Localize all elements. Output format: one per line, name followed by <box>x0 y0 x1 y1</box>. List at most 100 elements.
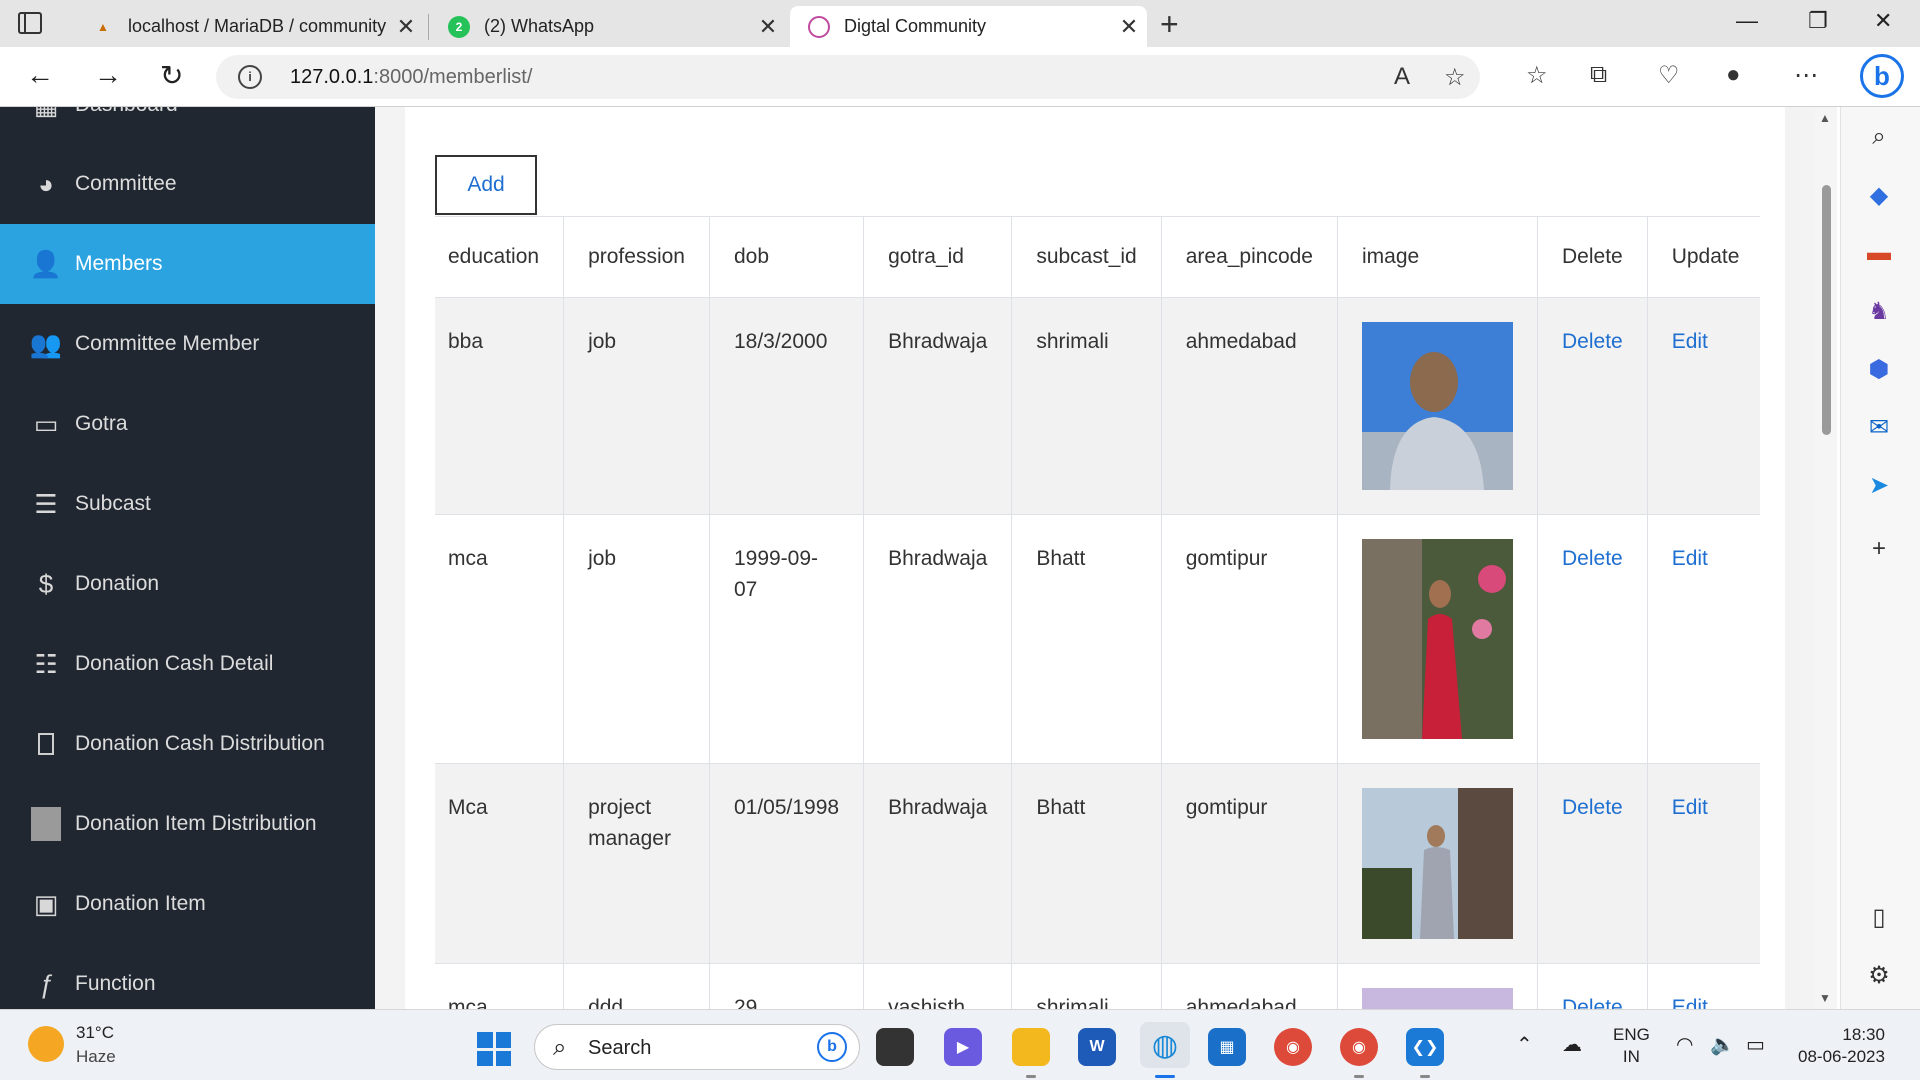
restore-icon[interactable]: ❐ <box>1808 8 1828 34</box>
forward-icon[interactable]: → <box>94 59 122 91</box>
cell-delete: Delete <box>1537 763 1648 964</box>
column-header[interactable]: image <box>1337 216 1538 298</box>
refresh-icon[interactable]: ↻ <box>160 59 183 92</box>
favorites-icon[interactable]: ☆ <box>1526 61 1548 90</box>
volume-icon[interactable]: 🔈 <box>1710 1032 1735 1057</box>
edge-sidebar: ⌕ ◆ ▬ ♞ ⬢ ✉ ➤ + ▯ ⚙ <box>1840 107 1920 1009</box>
sidebar-item-donation-cash-distribution[interactable]: Donation Cash Distribution <box>0 704 375 784</box>
microsoft-store-icon[interactable]: ▦ <box>1208 1028 1246 1066</box>
sidebar-item-function[interactable]: ƒ Function <box>0 944 375 1009</box>
close-icon[interactable]: ✕ <box>388 14 424 40</box>
drop-icon[interactable]: ➤ <box>1861 467 1897 503</box>
chrome-icon[interactable]: ◉ <box>1274 1028 1312 1066</box>
browser-essentials-icon[interactable]: ♡ <box>1658 61 1680 90</box>
sidebar-item-subcast[interactable]: ☰ Subcast <box>0 464 375 544</box>
more-menu-icon[interactable]: ⋯ <box>1794 61 1818 90</box>
add-favorite-icon[interactable]: ☆ <box>1444 63 1466 92</box>
close-icon[interactable]: ✕ <box>750 14 786 40</box>
sidebar-item-committee[interactable]: ◕ Committee <box>0 144 375 224</box>
weather-condition[interactable]: Haze <box>76 1047 116 1067</box>
add-tool-icon[interactable]: + <box>1861 531 1897 567</box>
sidebar-item-donation[interactable]: $ Donation <box>0 544 375 624</box>
sidebar-item-donation-item-distribution[interactable]: Donation Item Distribution <box>0 784 375 864</box>
search-icon[interactable]: ⌕ <box>1861 119 1897 155</box>
add-member-button[interactable]: Add <box>435 155 537 215</box>
scroll-down-icon[interactable]: ▼ <box>1819 991 1831 1005</box>
close-icon[interactable]: ✕ <box>1111 14 1147 40</box>
language-indicator[interactable]: ENG IN <box>1613 1024 1650 1068</box>
info-icon[interactable]: i <box>238 65 262 89</box>
windows-start-icon[interactable] <box>477 1032 511 1066</box>
teams-chat-icon[interactable]: ▶ <box>944 1028 982 1066</box>
sidebar-item-donation-item[interactable]: ▣ Donation Item <box>0 864 375 944</box>
column-header[interactable]: dob <box>708 216 865 298</box>
delete-link[interactable]: Delete <box>1562 796 1623 819</box>
column-header[interactable]: profession <box>563 216 710 298</box>
word-icon[interactable]: W <box>1078 1028 1116 1066</box>
wifi-icon[interactable]: ◠ <box>1676 1032 1693 1057</box>
collections-icon[interactable]: ⧉ <box>1590 61 1607 89</box>
system-clock[interactable]: 18:30 08-06-2023 <box>1798 1024 1885 1068</box>
new-tab-icon[interactable]: + <box>1160 6 1179 43</box>
column-header[interactable]: subcast_id <box>1011 216 1162 298</box>
edit-link[interactable]: Edit <box>1672 330 1708 353</box>
edge-browser-icon[interactable]: ◍ <box>1140 1022 1190 1068</box>
taskbar-search[interactable]: ⌕ Search b <box>534 1024 860 1070</box>
table-row: Mca project manager 01/05/1998 Bhradwaja… <box>435 763 1760 964</box>
column-header[interactable]: area_pincode <box>1160 216 1339 298</box>
cell-update: Edit <box>1646 963 1760 1009</box>
column-header[interactable]: education <box>435 216 565 298</box>
member-table-scroll[interactable]: education profession dob gotra_id subcas… <box>435 216 1760 1009</box>
sidebar-item-gotra[interactable]: ▭ Gotra <box>0 384 375 464</box>
cell-education: bba <box>435 297 565 515</box>
scroll-up-icon[interactable]: ▲ <box>1819 111 1831 125</box>
sidebar-item-committee-member[interactable]: 👥 Committee Member <box>0 304 375 384</box>
tab-digtal-community[interactable]: Digtal Community ✕ <box>790 6 1147 47</box>
sidebar-item-dashboard[interactable]: ▦ Dashboard <box>0 107 375 145</box>
page-scrollbar[interactable]: ▲ ▼ <box>1815 107 1837 1009</box>
weather-sun-icon[interactable] <box>28 1026 64 1062</box>
read-aloud-icon[interactable]: A <box>1394 63 1410 91</box>
vscode-icon[interactable]: ❮❯ <box>1406 1028 1444 1066</box>
sidebar: ▦ Dashboard ◕ Committee 👤 Members 👥 Comm… <box>0 107 375 1009</box>
task-view-icon[interactable] <box>876 1028 914 1066</box>
delete-link[interactable]: Delete <box>1562 996 1623 1009</box>
edit-link[interactable]: Edit <box>1672 796 1708 819</box>
sidebar-item-members[interactable]: 👤 Members <box>0 224 375 304</box>
delete-link[interactable]: Delete <box>1562 330 1623 353</box>
shopping-tag-icon[interactable]: ◆ <box>1861 177 1897 213</box>
table-row: mca ddd 29 vashisth shrimali ahmedabad D… <box>435 963 1760 1009</box>
profile-icon[interactable]: ● <box>1726 61 1741 89</box>
bing-icon[interactable]: b <box>817 1032 847 1062</box>
window-close-icon[interactable]: ✕ <box>1874 8 1892 34</box>
battery-icon[interactable]: ▭ <box>1746 1032 1765 1057</box>
minimize-icon[interactable]: — <box>1736 8 1758 34</box>
delete-link[interactable]: Delete <box>1562 547 1623 570</box>
tab-title: (2) WhatsApp <box>484 16 595 36</box>
url-text[interactable]: 127.0.0.1:8000/memberlist/ <box>290 66 532 89</box>
bing-chat-icon[interactable]: b <box>1860 54 1904 98</box>
outlook-icon[interactable]: ✉ <box>1861 409 1897 445</box>
edit-link[interactable]: Edit <box>1672 996 1708 1009</box>
sidebar-toggle-icon[interactable]: ▯ <box>1861 899 1897 935</box>
column-header[interactable]: Update <box>1646 216 1760 298</box>
tab-whatsapp[interactable]: 2 (2) WhatsApp ✕ <box>430 6 786 47</box>
settings-icon[interactable]: ⚙ <box>1861 957 1897 993</box>
tab-phpmyadmin[interactable]: ▲ localhost / MariaDB / community ✕ <box>74 6 424 47</box>
show-hidden-icons[interactable]: ⌃ <box>1516 1032 1533 1057</box>
address-bar[interactable]: i 127.0.0.1:8000/memberlist/ A ☆ <box>216 55 1480 99</box>
back-icon[interactable]: ← <box>26 59 54 91</box>
chrome-profile-icon[interactable]: ◉ <box>1340 1028 1378 1066</box>
edit-link[interactable]: Edit <box>1672 547 1708 570</box>
column-header[interactable]: gotra_id <box>863 216 1013 298</box>
microsoft365-icon[interactable]: ⬢ <box>1861 351 1897 387</box>
games-icon[interactable]: ♞ <box>1861 293 1897 329</box>
column-header[interactable]: Delete <box>1537 216 1648 298</box>
file-explorer-icon[interactable] <box>1012 1028 1050 1066</box>
tools-icon[interactable]: ▬ <box>1861 235 1897 271</box>
scrollbar-thumb[interactable] <box>1822 185 1831 435</box>
weather-temperature[interactable]: 31°C <box>76 1023 114 1043</box>
tab-actions-icon[interactable] <box>18 12 42 34</box>
sidebar-item-donation-cash-detail[interactable]: ☷ Donation Cash Detail <box>0 624 375 704</box>
onedrive-icon[interactable]: ☁ <box>1562 1032 1582 1057</box>
